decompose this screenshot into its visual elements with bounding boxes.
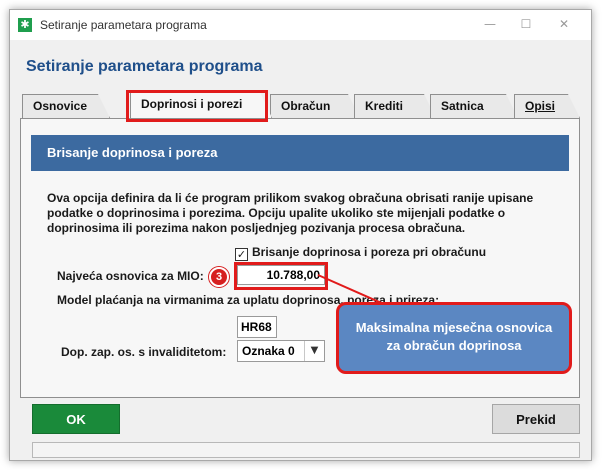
window-title: Setiranje parametara programa [40, 18, 207, 32]
tab-osnovice[interactable]: Osnovice [22, 94, 110, 118]
tab-obracun[interactable]: Obračun [270, 94, 360, 118]
description-text: Ova opcija definira da li će program pri… [47, 191, 534, 235]
callout-line-1: Maksimalna mjesečna osnovica [355, 320, 553, 335]
step-badge: 3 [209, 267, 229, 287]
section-header: Brisanje doprinosa i poreza [31, 135, 569, 171]
chevron-down-icon[interactable]: ▼ [304, 341, 324, 361]
page-title: Setiranje parametara programa [26, 58, 263, 75]
tab-krediti[interactable]: Krediti [354, 94, 436, 118]
title-bar: ✱ Setiranje parametara programa — ☐ ✕ [10, 10, 591, 40]
payment-model-code-field[interactable]: HR68 [237, 316, 277, 338]
tab-satnica[interactable]: Satnica [430, 94, 518, 118]
checkbox-checked-icon[interactable]: ✓ [235, 248, 248, 261]
cancel-button[interactable]: Prekid [492, 404, 580, 434]
disability-select-value: Oznaka 0 [242, 344, 295, 358]
callout-line-2: za obračun doprinosa [386, 338, 522, 353]
mio-label: Najveća osnovica za MIO: [57, 269, 204, 283]
mio-input-highlight [234, 262, 328, 290]
tab-strip: Osnovice Doprinosi i porezi Obračun Kred… [20, 94, 580, 118]
tab-opisi[interactable]: Opisi [514, 94, 580, 118]
settings-window: ✱ Setiranje parametara programa — ☐ ✕ Se… [9, 9, 592, 461]
minimize-icon[interactable]: — [482, 16, 498, 32]
delete-contributions-option[interactable]: ✓ Brisanje doprinosa i poreza pri obračun… [235, 245, 486, 261]
callout-tooltip: Maksimalna mjesečna osnovica za obračun … [336, 302, 572, 374]
disability-select[interactable]: Oznaka 0 ▼ [237, 340, 325, 362]
disability-label: Dop. zap. os. s invaliditetom: [61, 345, 227, 359]
active-tab-highlight [126, 90, 268, 122]
maximize-icon[interactable]: ☐ [518, 16, 534, 32]
status-bar [32, 442, 580, 458]
close-icon[interactable]: ✕ [556, 16, 572, 32]
asterisk-app-icon: ✱ [18, 18, 32, 32]
ok-button[interactable]: OK [32, 404, 120, 434]
checkbox-label: Brisanje doprinosa i poreza pri obračunu [252, 245, 487, 259]
